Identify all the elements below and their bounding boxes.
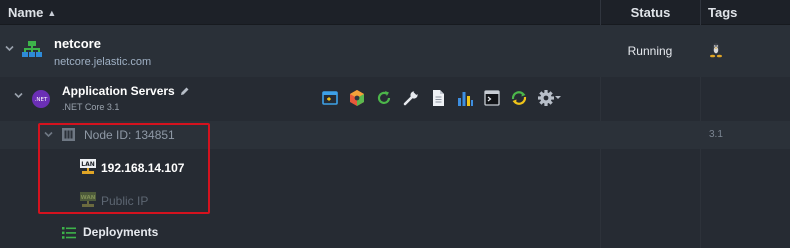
- table-header: Name ▲ Status Tags: [0, 0, 790, 25]
- lan-ip-address[interactable]: 192.168.14.107: [101, 161, 184, 175]
- tux-linux-icon: [709, 42, 723, 63]
- redeploy-icon[interactable]: [509, 88, 529, 108]
- name-column-header[interactable]: Name ▲: [8, 0, 56, 25]
- dotnet-logo-icon: .NET: [31, 89, 51, 114]
- app-servers-row[interactable]: .NET Application Servers .NET Core 3.1: [0, 77, 790, 121]
- public-ip-label[interactable]: Public IP: [101, 194, 148, 208]
- network-topology-icon: [22, 41, 42, 63]
- wan-icon: WAN: [80, 192, 96, 213]
- edit-pencil-icon[interactable]: [180, 83, 190, 101]
- lan-icon: LAN: [80, 159, 96, 180]
- chevron-down-icon[interactable]: [44, 130, 53, 142]
- environment-name[interactable]: netcore: [54, 36, 101, 51]
- app-servers-version: .NET Core 3.1: [62, 102, 120, 112]
- settings-icon[interactable]: [536, 88, 568, 108]
- deployments-list-icon: [62, 226, 76, 244]
- node-id-label[interactable]: Node ID: 134851: [84, 128, 175, 142]
- svg-text:WAN: WAN: [81, 195, 96, 201]
- add-ons-icon[interactable]: [347, 88, 367, 108]
- chevron-down-icon[interactable]: [5, 44, 14, 56]
- svg-text:.NET: .NET: [35, 97, 48, 103]
- status-column-header[interactable]: Status: [600, 0, 700, 25]
- open-in-browser-icon[interactable]: [320, 88, 340, 108]
- node-server-icon: [62, 128, 75, 146]
- svg-text:LAN: LAN: [81, 161, 95, 168]
- log-icon[interactable]: [428, 88, 448, 108]
- environments-panel: Name ▲ Status Tags netcore netcore.jelast: [0, 0, 790, 248]
- chevron-down-icon[interactable]: [14, 91, 23, 103]
- environment-row[interactable]: netcore netcore.jelastic.com Running: [0, 25, 790, 77]
- statistics-icon[interactable]: [455, 88, 475, 108]
- config-icon[interactable]: [401, 88, 421, 108]
- environment-status: Running: [627, 44, 673, 58]
- restart-icon[interactable]: [374, 88, 394, 108]
- public-ip-row[interactable]: WAN Public IP: [0, 186, 790, 214]
- tags-column-header[interactable]: Tags: [700, 0, 790, 25]
- name-header-label: Name: [8, 5, 44, 20]
- node-row[interactable]: Node ID: 134851 3.1: [0, 121, 790, 149]
- deployments-label[interactable]: Deployments: [83, 225, 158, 239]
- environment-domain-link[interactable]: netcore.jelastic.com: [54, 56, 151, 68]
- app-servers-name[interactable]: Application Servers: [62, 84, 175, 98]
- deployments-row[interactable]: Deployments: [0, 219, 790, 245]
- node-version-tag: 3.1: [709, 129, 723, 140]
- lan-ip-row[interactable]: LAN 192.168.14.107: [0, 153, 790, 181]
- sort-asc-icon[interactable]: ▲: [47, 8, 56, 18]
- web-ssh-icon[interactable]: [482, 88, 502, 108]
